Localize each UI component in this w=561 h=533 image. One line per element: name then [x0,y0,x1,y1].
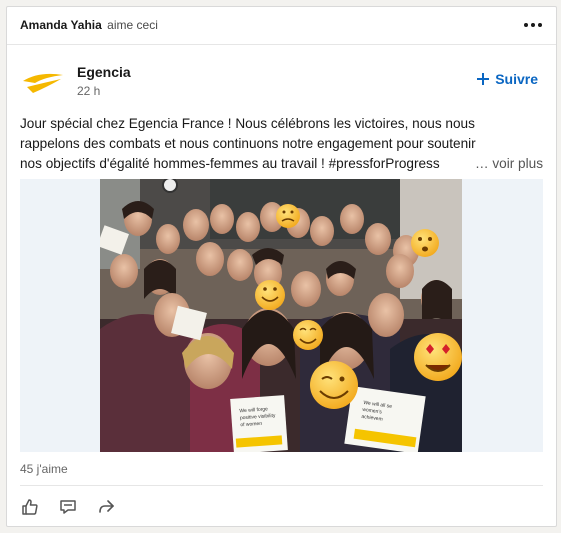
post-text-line: Jour spécial chez Egencia France ! Nous … [20,116,475,131]
comment-icon[interactable] [58,497,78,517]
activity-actor-name[interactable]: Amanda Yahia [20,18,102,32]
divider [20,485,543,486]
egencia-logo-icon[interactable] [21,63,65,103]
see-more-link[interactable]: … voir plus [475,154,543,174]
follow-button[interactable]: Suivre [477,71,538,87]
activity-verb: aime ceci [107,18,158,32]
follow-label: Suivre [495,71,538,87]
post-text: Jour spécial chez Egencia France ! Nous … [20,114,543,174]
likes-count[interactable]: 45 j'aime [20,462,68,476]
plus-icon [477,73,490,85]
feed-post-card: Amanda Yahia aime ceci Egencia 22 h Suiv… [6,6,557,527]
like-icon[interactable] [20,497,40,517]
post-author: Egencia 22 h Suivre [21,59,546,107]
group-photo[interactable]: We will forge positive visibility of wom… [100,179,462,452]
more-options-icon[interactable] [524,23,542,27]
post-timestamp: 22 h [77,84,101,98]
post-text-line: nos objectifs d'égalité hommes-femmes au… [20,156,440,171]
author-name[interactable]: Egencia [77,64,131,80]
post-media[interactable]: We will forge positive visibility of wom… [20,179,543,452]
share-icon[interactable] [96,497,116,517]
post-text-line: rappelons des combats et nous continuons… [20,136,476,151]
post-actions [20,497,116,517]
social-activity-header: Amanda Yahia aime ceci [7,7,556,45]
